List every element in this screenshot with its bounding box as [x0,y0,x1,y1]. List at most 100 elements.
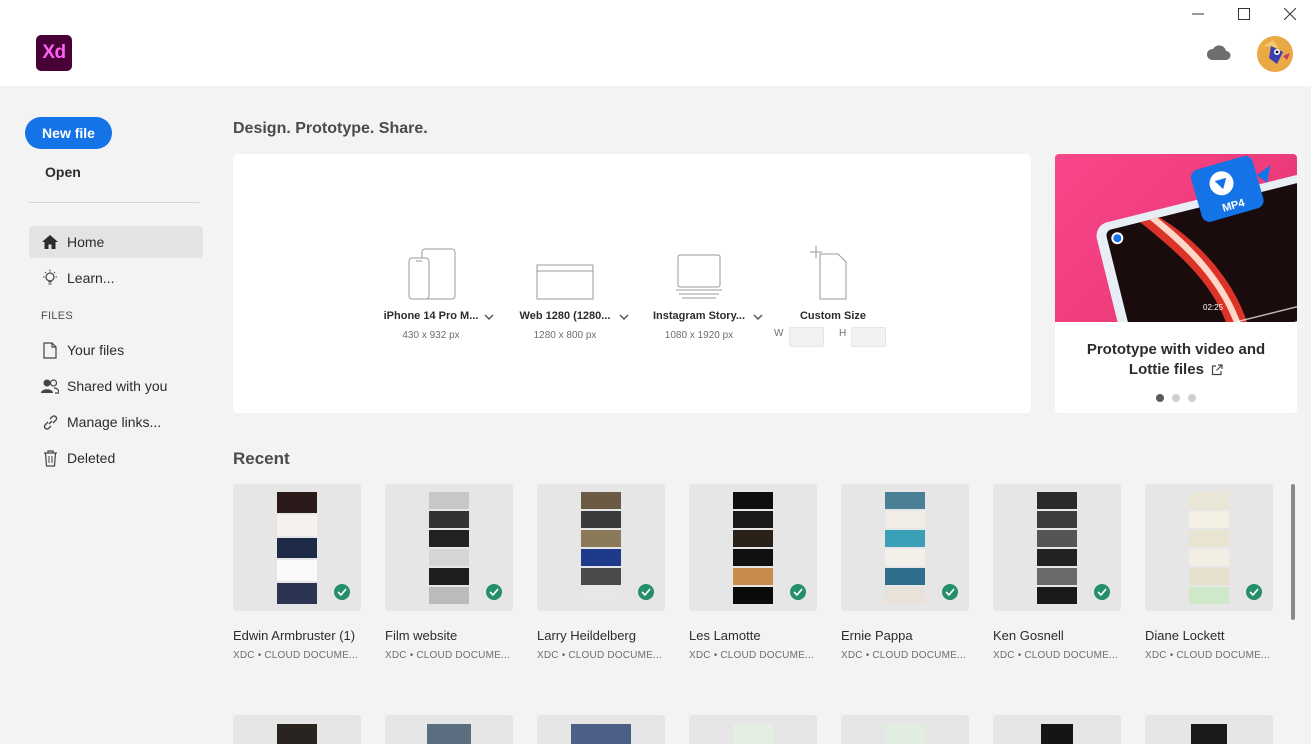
preset-dimensions: 1280 x 800 px [533,330,597,341]
synced-check-icon [486,584,502,600]
recent-file-card[interactable] [841,715,969,744]
promo-image: 02:25 MP4 [1055,154,1297,322]
sidebar-item-label: Deleted [67,450,116,466]
recent-file-card[interactable]: Les Lamotte XDC • CLOUD DOCUME... [689,484,817,661]
height-label: H [839,328,847,339]
file-thumbnail [385,484,513,611]
file-thumbnail [277,724,317,744]
file-meta: XDC • CLOUD DOCUME... [537,650,662,661]
laptop-preset-icon [676,254,722,299]
sidebar-item-label: Manage links... [67,414,162,430]
width-input[interactable] [789,327,824,347]
file-thumbnail [733,724,773,744]
page-tagline: Design. Prototype. Share. [233,120,428,137]
preset-dimensions: 430 x 932 px [402,330,460,341]
cloud-icon[interactable] [1205,42,1231,62]
sidebar-item-home[interactable]: Home [29,226,203,258]
promo-time: 02:25 [1203,303,1224,312]
recent-file-card[interactable]: Edwin Armbruster (1) XDC • CLOUD DOCUME.… [233,484,361,661]
scrollbar[interactable] [1291,484,1295,620]
recent-file-card[interactable]: Ernie Pappa XDC • CLOUD DOCUME... [841,484,969,661]
new-file-button[interactable]: New file [25,117,112,149]
file-thumbnail [993,484,1121,611]
file-name: Edwin Armbruster (1) [233,628,356,643]
home-icon [41,233,59,251]
file-thumbnail [233,484,361,611]
recent-file-card[interactable] [385,715,513,744]
web-preset-icon [536,264,594,300]
file-thumbnail [571,724,631,744]
promo-title-text: Prototype with video and Lottie files [1086,341,1266,378]
carousel-dot-3[interactable] [1188,394,1196,402]
file-thumbnail [689,484,817,611]
file-thumbnail [885,724,925,744]
file-meta: XDC • CLOUD DOCUME... [233,650,358,661]
sidebar-item-deleted[interactable]: Deleted [29,442,203,474]
preset-name: Custom Size [799,310,866,322]
close-icon [1284,8,1296,20]
recent-file-card[interactable] [1145,715,1273,744]
preset-name: Web 1280 (1280... [519,310,611,322]
recent-heading: Recent [233,449,290,468]
file-name: Les Lamotte [689,628,761,643]
chevron-down-icon[interactable] [752,312,764,322]
recent-file-card[interactable] [993,715,1121,744]
minimize-icon [1192,13,1204,15]
promo-card[interactable]: 02:25 MP4 Prototype with video and Lotti… [1055,154,1297,413]
close-button[interactable] [1280,4,1300,24]
file-thumbnail [1191,724,1227,744]
file-meta: XDC • CLOUD DOCUME... [841,650,966,661]
people-icon [41,377,59,395]
recent-file-card[interactable] [233,715,361,744]
recent-file-card[interactable]: Ken Gosnell XDC • CLOUD DOCUME... [993,484,1121,661]
lightbulb-icon [41,269,59,287]
minimize-button[interactable] [1188,4,1208,24]
title-bar: Xd [0,0,1311,86]
recent-file-card[interactable]: Diane Lockett XDC • CLOUD DOCUME... [1145,484,1273,661]
files-section-heading: FILES [41,310,74,322]
chevron-down-icon[interactable] [618,312,630,322]
file-name: Ken Gosnell [993,628,1064,643]
preset-dimensions: 1080 x 1920 px [664,330,734,341]
sidebar-item-learn[interactable]: Learn... [29,262,203,294]
synced-check-icon [1094,584,1110,600]
recent-file-card[interactable] [537,715,665,744]
carousel-dots [1156,394,1196,402]
maximize-button[interactable] [1234,4,1254,24]
maximize-icon [1238,8,1250,20]
sidebar-item-shared[interactable]: Shared with you [29,370,203,402]
carousel-dot-2[interactable] [1172,394,1180,402]
file-thumbnail [427,724,471,744]
carousel-dot-1[interactable] [1156,394,1164,402]
sidebar-item-label: Learn... [67,270,115,286]
user-avatar[interactable] [1257,36,1293,72]
preset-panel: iPhone 14 Pro M... 430 x 932 px Web 1280… [233,154,1031,413]
recent-file-card[interactable]: Film website XDC • CLOUD DOCUME... [385,484,513,661]
sidebar: New file Open Home Learn... FILES Your f… [0,86,220,744]
file-name: Diane Lockett [1145,628,1225,643]
file-meta: XDC • CLOUD DOCUME... [689,650,814,661]
open-button[interactable]: Open [45,164,81,180]
file-meta: XDC • CLOUD DOCUME... [385,650,510,661]
synced-check-icon [1246,584,1262,600]
phone-preset-icon [408,248,456,300]
sidebar-item-your-files[interactable]: Your files [29,334,203,366]
file-meta: XDC • CLOUD DOCUME... [993,650,1118,661]
file-thumbnail [1145,484,1273,611]
height-input[interactable] [851,327,886,347]
file-thumbnail [537,484,665,611]
sidebar-item-manage-links[interactable]: Manage links... [29,406,203,438]
file-name: Larry Heildelberg [537,628,636,643]
recent-file-card[interactable] [689,715,817,744]
sidebar-item-label: Shared with you [67,378,168,394]
synced-check-icon [942,584,958,600]
trash-icon [41,449,59,467]
promo-title[interactable]: Prototype with video and Lottie files [1065,340,1287,380]
recent-file-card[interactable]: Larry Heildelberg XDC • CLOUD DOCUME... [537,484,665,661]
sidebar-item-label: Your files [67,342,125,358]
xd-logo: Xd [36,35,72,71]
preset-name: Instagram Story... [652,310,746,322]
chevron-down-icon[interactable] [483,312,495,322]
file-meta: XDC • CLOUD DOCUME... [1145,650,1270,661]
file-name: Ernie Pappa [841,628,913,643]
